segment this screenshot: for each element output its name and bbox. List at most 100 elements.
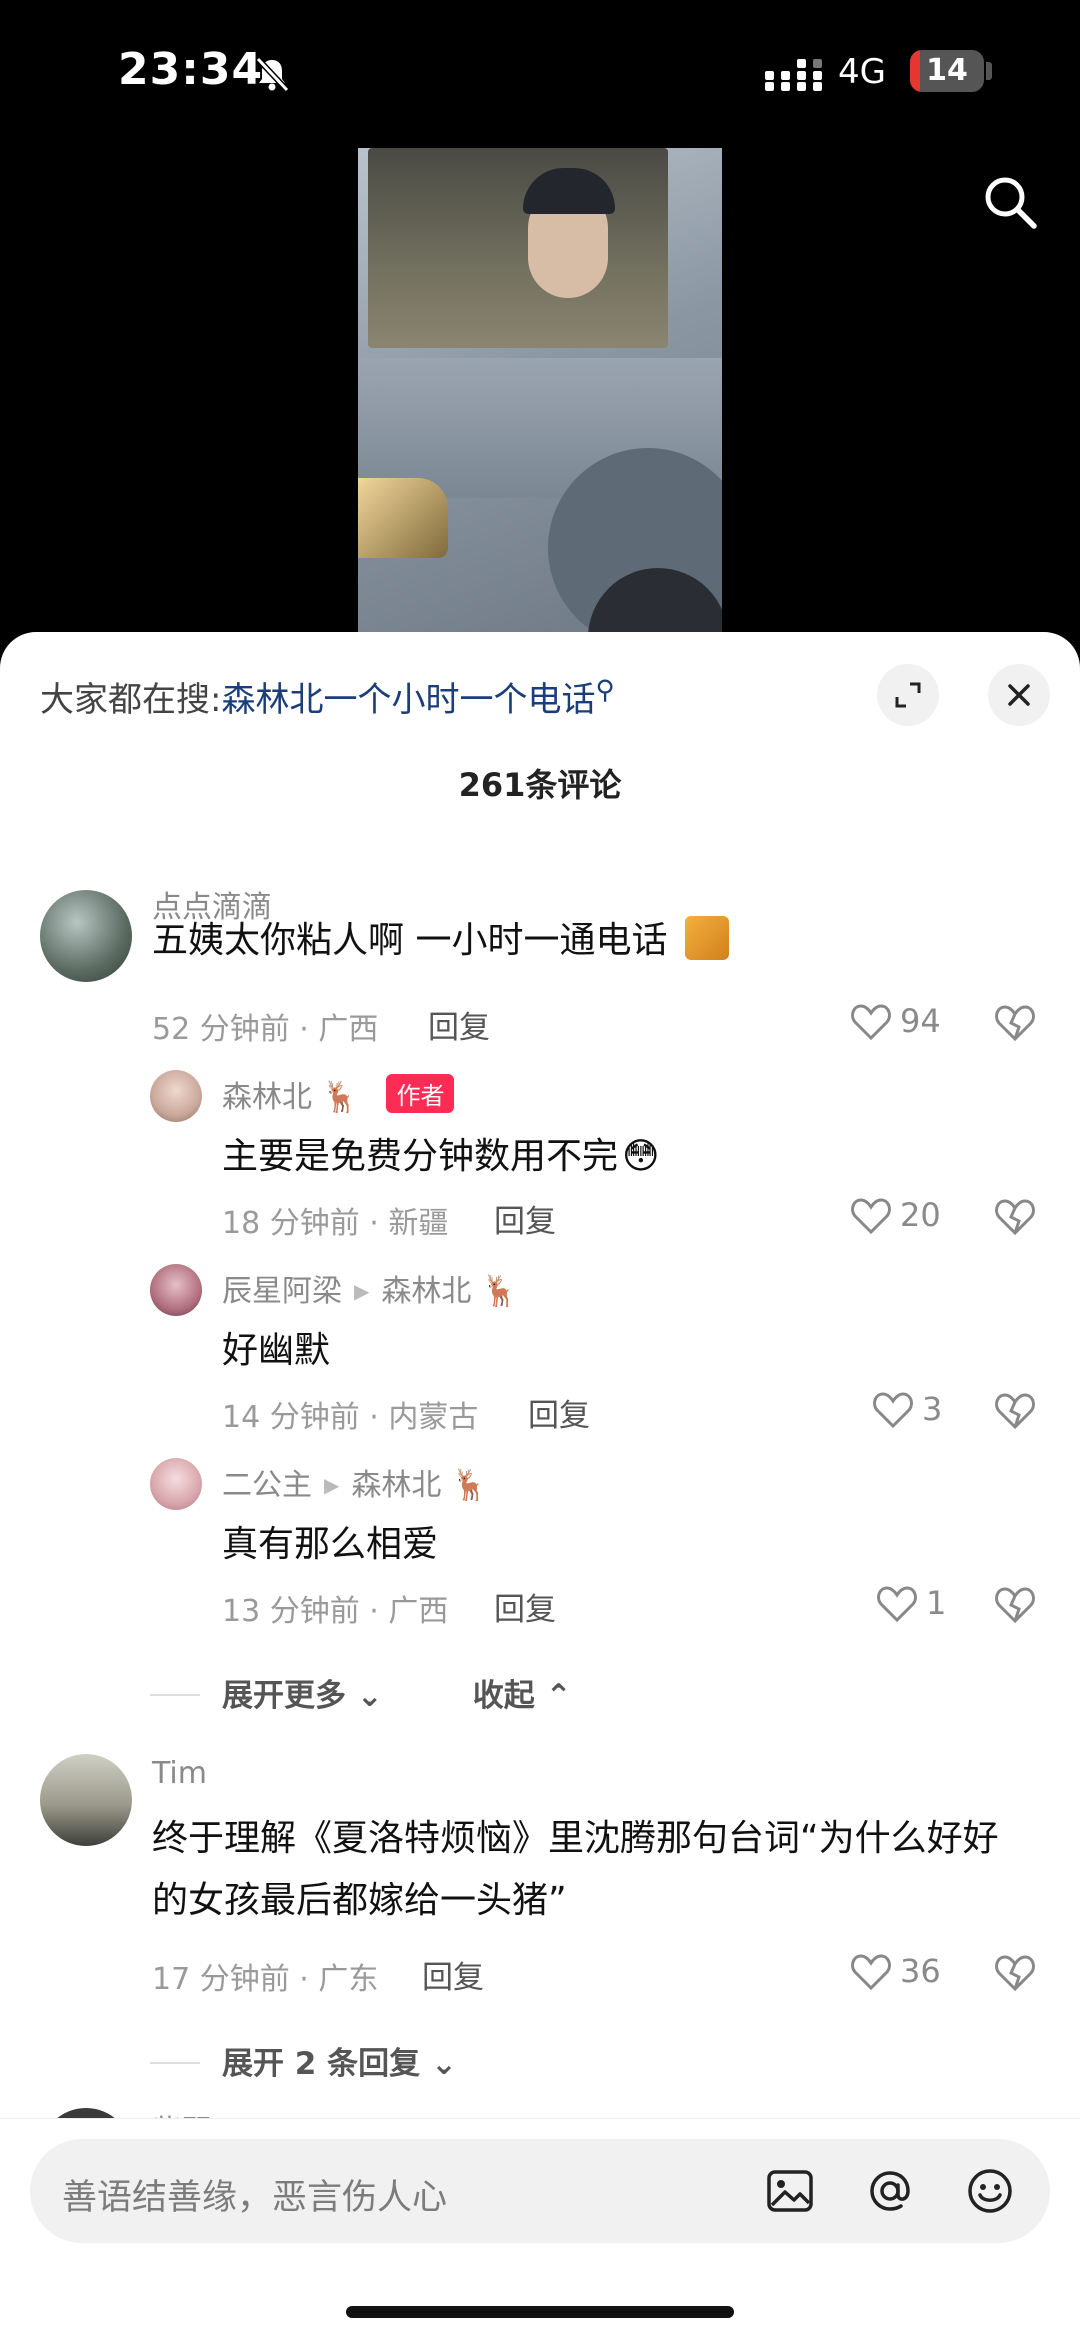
- comment-text: 终于理解《夏洛特烦恼》里沈腾那句台词“为什么好好的女孩最后都嫁给一头猪”: [152, 1818, 999, 1921]
- comment-username[interactable]: 辰星阿梁 ▶ 森林北 🦌: [222, 1266, 518, 1310]
- dislike-heart-icon[interactable]: [994, 1390, 1036, 1432]
- windshield: [368, 148, 668, 348]
- comment-text: 主要是免费分钟数用不完 😳: [222, 1126, 660, 1188]
- comment-item: 点点滴滴 五姨太你粘人啊 一小时一通电话: [0, 882, 1080, 1002]
- deer-icon: 🦌: [480, 1274, 519, 1309]
- expand-more-label: 展开更多: [222, 1678, 346, 1714]
- avatar[interactable]: [40, 1754, 132, 1846]
- car-headlight: [358, 478, 448, 558]
- comment-meta: 17 分钟前 · 广东: [152, 1962, 379, 1997]
- trending-query[interactable]: 森林北一个小时一个电话: [221, 680, 595, 720]
- close-icon: [1008, 684, 1030, 706]
- expand-replies-label: 展开 2 条回复: [222, 2046, 421, 2082]
- avatar[interactable]: [150, 1264, 202, 1316]
- comment-username[interactable]: Tim: [152, 1756, 207, 1791]
- reply-arrow-icon: ▶: [354, 1279, 370, 1303]
- video-thumbnail[interactable]: [358, 148, 722, 638]
- like-button[interactable]: 94: [850, 998, 990, 1048]
- search-icon[interactable]: [980, 172, 1040, 232]
- input-placeholder: 善语结善缘，恶言伤人心: [62, 2178, 448, 2218]
- comment-text: 五姨太你粘人啊 一小时一通电话: [152, 910, 729, 972]
- dislike-heart-icon[interactable]: [994, 1002, 1036, 1044]
- home-indicator[interactable]: [346, 2306, 734, 2318]
- reply-to-user[interactable]: 森林北: [381, 1274, 471, 1309]
- divider-dash: [150, 1694, 200, 1696]
- like-button[interactable]: 20: [850, 1192, 990, 1242]
- comment-text: 真有那么相爱: [222, 1524, 439, 1565]
- author-badge: 作者: [386, 1074, 455, 1113]
- reply-button[interactable]: 回复: [494, 1584, 556, 1629]
- trending-search[interactable]: 大家都在搜:森林北一个小时一个电话⚲: [40, 672, 615, 721]
- battery-icon: 14: [910, 50, 984, 92]
- username-text: 森林北: [222, 1080, 312, 1115]
- avatar[interactable]: [150, 1070, 202, 1122]
- bell-muted-icon: [255, 56, 290, 93]
- comment-text-content: 主要是免费分钟数用不完: [222, 1136, 619, 1177]
- comment-count: 261条评论: [458, 766, 622, 804]
- image-icon[interactable]: [764, 2165, 816, 2217]
- expand-replies-button[interactable]: 展开 2 条回复 ⌄: [222, 2038, 457, 2083]
- expand-icon: [895, 682, 921, 708]
- chevron-down-icon: ⌄: [430, 2046, 457, 2082]
- heart-icon: [851, 1954, 891, 1991]
- battery-tip: [986, 62, 992, 80]
- reply-button[interactable]: 回复: [422, 1952, 484, 1997]
- comment-meta: 13 分钟前 · 广西: [222, 1594, 449, 1629]
- dislike-heart-icon[interactable]: [994, 1952, 1036, 1994]
- heart-icon: [851, 1198, 891, 1235]
- collapse-button[interactable]: 收起 ⌃: [473, 1670, 572, 1715]
- trending-prefix: 大家都在搜:: [40, 680, 222, 720]
- emoji-icon[interactable]: [964, 2165, 1016, 2217]
- username-text: 二公主: [222, 1468, 312, 1503]
- replies-controls: 展开更多 ⌄ 收起 ⌃: [150, 1670, 572, 1715]
- reply-arrow-icon: ▶: [324, 1473, 340, 1497]
- close-button[interactable]: [988, 664, 1050, 726]
- reply-button[interactable]: 回复: [428, 1002, 490, 1047]
- like-count: 36: [900, 1952, 941, 1990]
- heart-icon: [851, 1004, 891, 1041]
- like-button[interactable]: 36: [850, 1948, 990, 1998]
- collapse-label: 收起: [472, 1678, 535, 1714]
- deer-icon: 🦌: [450, 1468, 489, 1503]
- cat-sticker-icon: [684, 916, 729, 960]
- status-bar: 23:34 4G 14: [0, 0, 1080, 150]
- comment-username[interactable]: 森林北 🦌 作者: [222, 1072, 455, 1116]
- comment-text-content: 五姨太你粘人啊 一小时一通电话: [152, 920, 668, 961]
- network-type: 4G: [838, 52, 886, 92]
- at-mention-icon[interactable]: [864, 2165, 916, 2217]
- username-text: 辰星阿梁: [222, 1274, 342, 1309]
- comment-meta: 52 分钟前 · 广西: [152, 1012, 379, 1047]
- battery-percent: 14: [926, 53, 968, 88]
- avatar[interactable]: [150, 1458, 202, 1510]
- like-button[interactable]: 3: [872, 1386, 1012, 1436]
- comment-meta: 14 分钟前 · 内蒙古: [222, 1400, 479, 1435]
- reply-to-user[interactable]: 森林北: [351, 1468, 441, 1503]
- heart-icon: [873, 1392, 913, 1429]
- chevron-down-icon: ⌄: [356, 1678, 383, 1714]
- expand-more-button[interactable]: 展开更多 ⌄: [222, 1670, 383, 1715]
- signal-icon: [765, 59, 822, 91]
- comment-username[interactable]: 二公主 ▶ 森林北 🦌: [222, 1460, 488, 1504]
- comment-meta: 18 分钟前 · 新疆: [222, 1206, 449, 1241]
- dislike-heart-icon[interactable]: [994, 1584, 1036, 1626]
- grin-emoji-icon: 😳: [622, 1136, 660, 1177]
- search-small-icon: ⚲: [595, 675, 615, 706]
- like-count: 20: [900, 1196, 941, 1234]
- like-count: 1: [926, 1584, 947, 1622]
- like-count: 94: [900, 1002, 941, 1040]
- dislike-heart-icon[interactable]: [994, 1196, 1036, 1238]
- like-count: 3: [922, 1390, 943, 1428]
- expand-button[interactable]: [877, 664, 939, 726]
- heart-icon: [877, 1586, 917, 1623]
- divider-dash: [150, 2062, 200, 2064]
- reply-button[interactable]: 回复: [528, 1390, 590, 1435]
- comment-sheet: 大家都在搜:森林北一个小时一个电话⚲ 261条评论 点点滴滴 五姨太你粘人啊 一…: [0, 632, 1080, 2342]
- avatar[interactable]: [40, 890, 132, 982]
- status-time: 23:34: [118, 44, 264, 95]
- deer-icon: 🦌: [321, 1080, 359, 1115]
- expand-replies-row: 展开 2 条回复 ⌄: [150, 2038, 457, 2083]
- comment-input[interactable]: 善语结善缘，恶言伤人心: [30, 2139, 1050, 2243]
- reply-button[interactable]: 回复: [494, 1196, 556, 1241]
- chevron-up-icon: ⌃: [545, 1678, 572, 1714]
- comment-text: 好幽默: [222, 1330, 331, 1371]
